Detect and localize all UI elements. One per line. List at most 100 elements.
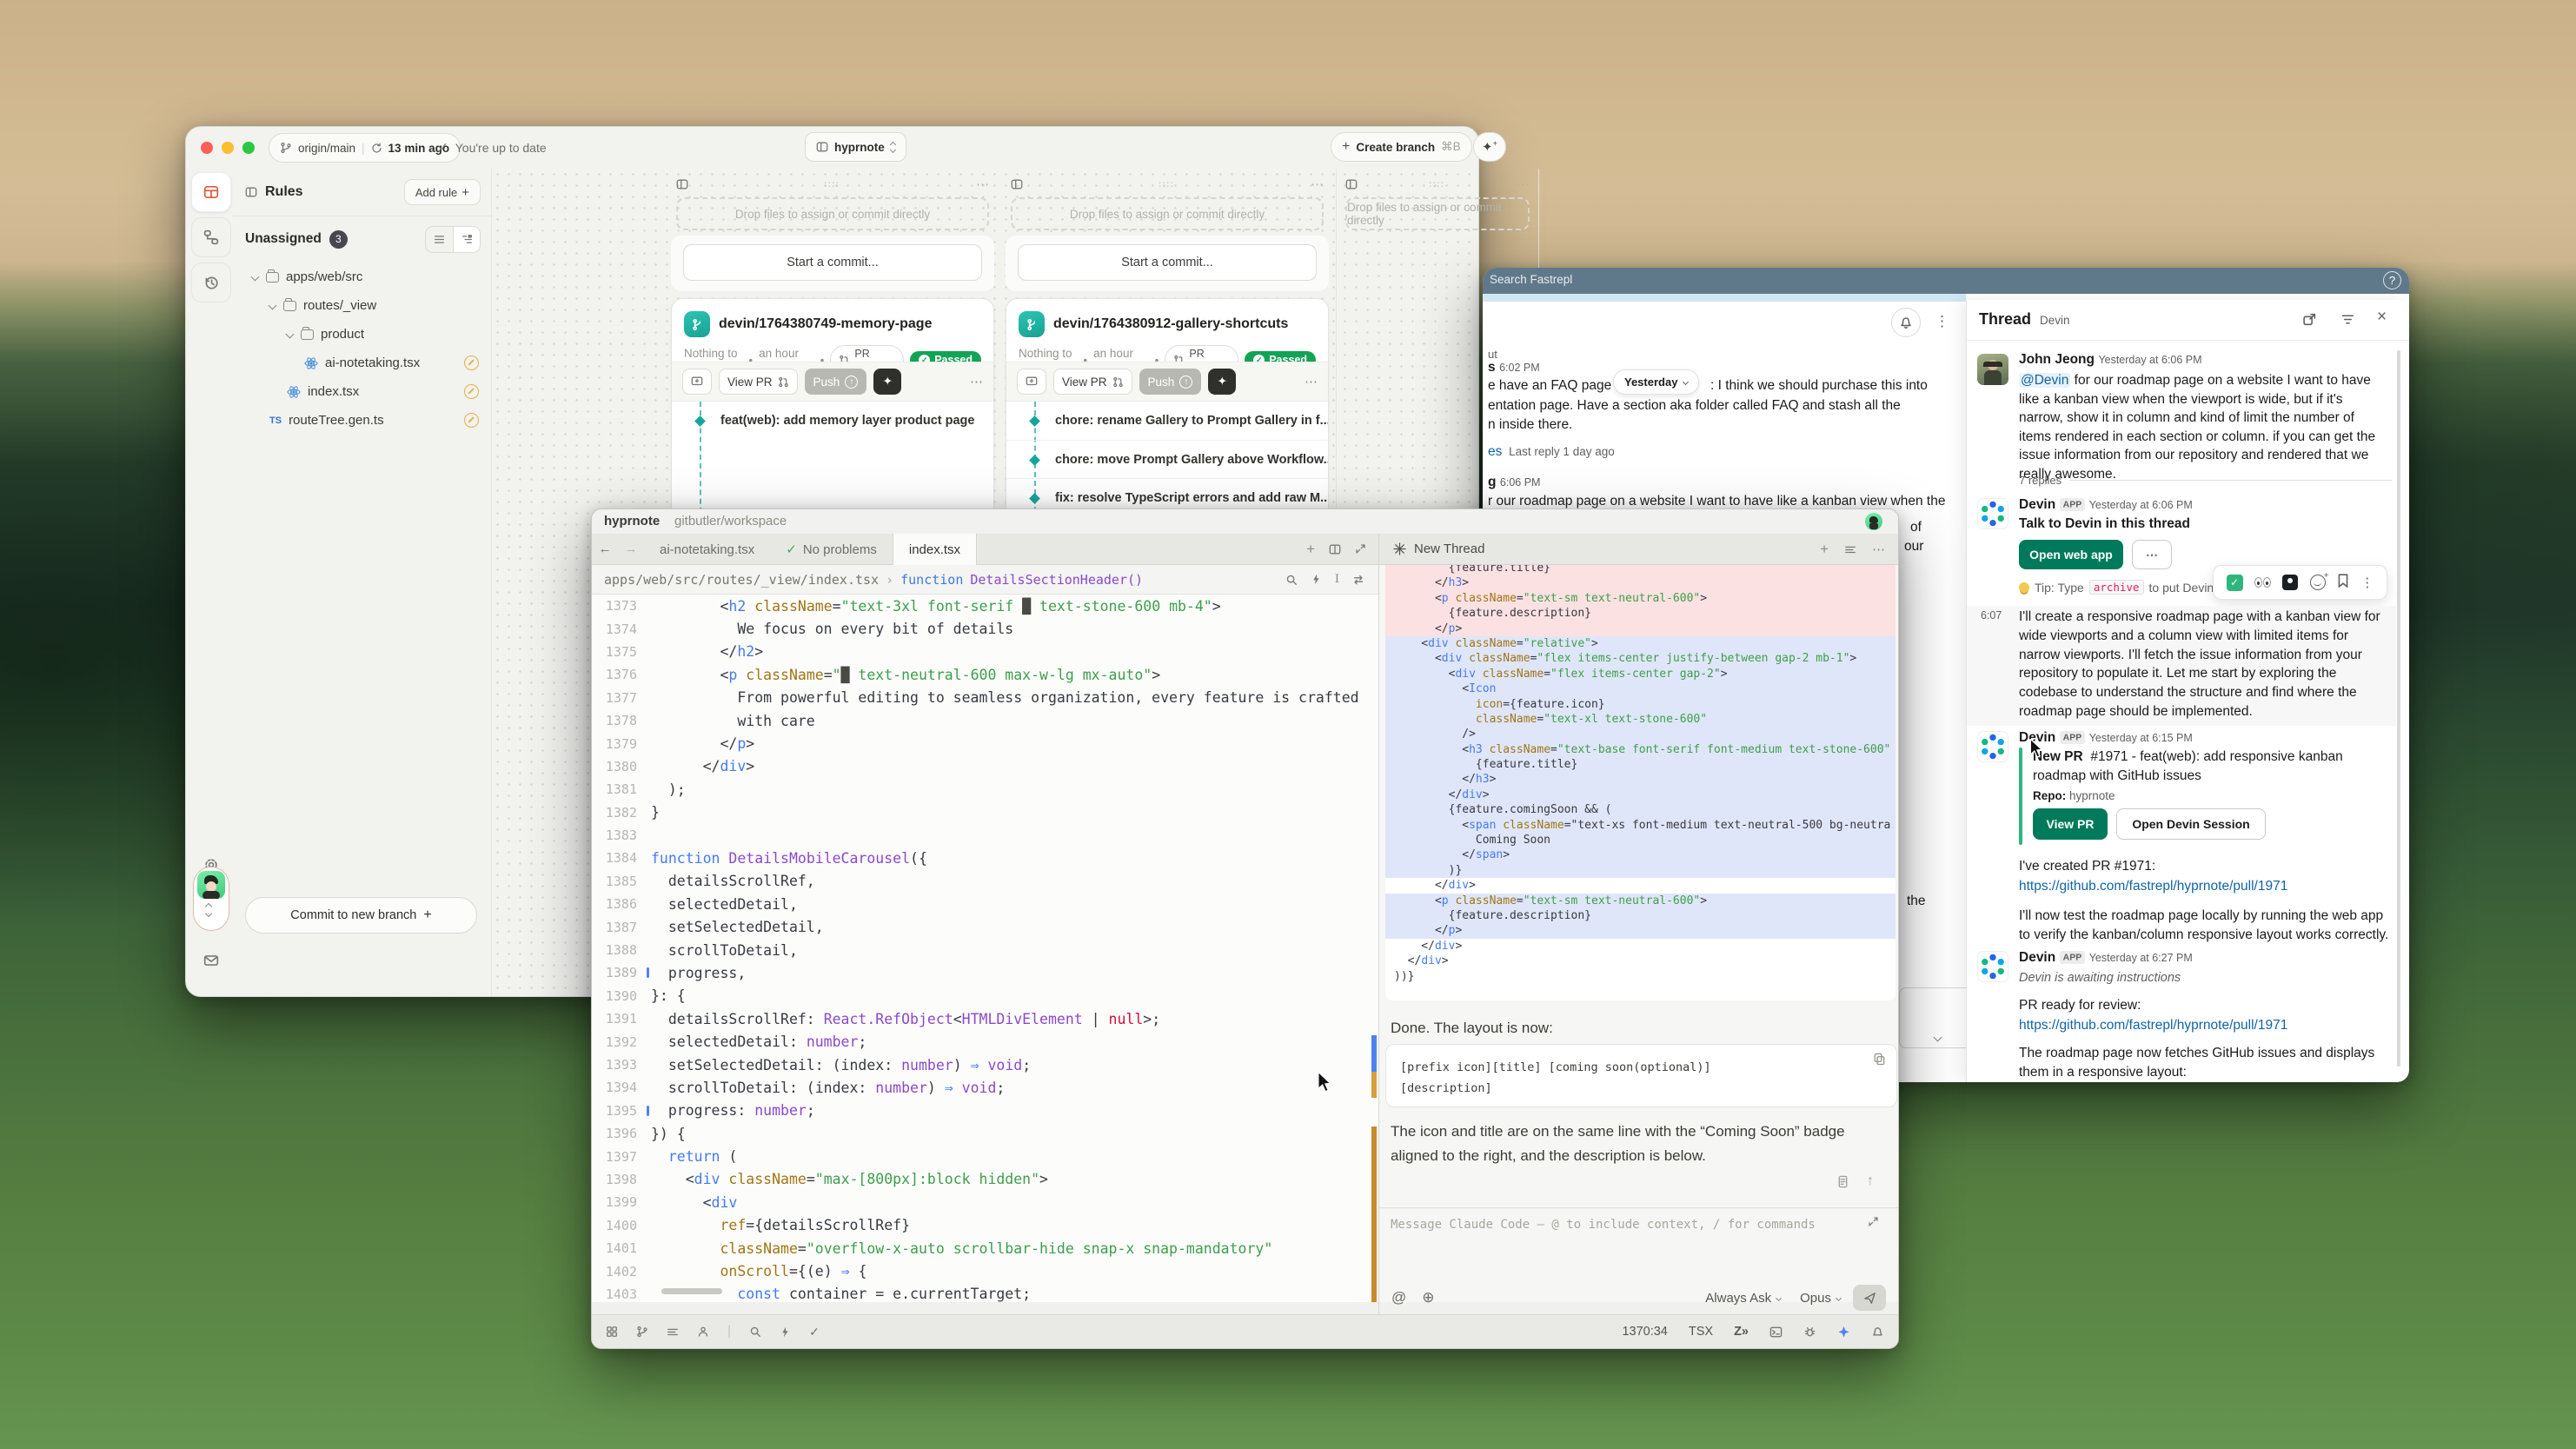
permission-dropdown[interactable]: Always Ask [1705,1291,1781,1306]
assistant-status-icon[interactable] [1837,1326,1850,1339]
code-line[interactable]: 1401 className="overflow-x-auto scrollba… [592,1237,1378,1260]
code-line[interactable]: 1387 setSelectedDetail, [592,915,1378,938]
send-button[interactable] [1853,1285,1886,1311]
assistant-history-icon[interactable] [1844,543,1856,555]
list-view-icon[interactable] [426,227,453,252]
diff-icon[interactable] [1352,573,1364,586]
markdown-file-icon[interactable] [1836,1175,1849,1188]
code-line[interactable]: 1395 progress: number; [592,1100,1378,1122]
push-button[interactable]: Push ↑ [805,369,867,395]
code-line[interactable]: 1385 detailsScrollRef, [592,870,1378,893]
maximize-traffic-light[interactable] [242,142,255,154]
collab-panel-icon[interactable] [697,1326,709,1338]
project-name[interactable]: hyprnote [604,514,660,528]
bookmark-icon[interactable] [2337,574,2349,592]
view-pr-button[interactable]: View PR [719,369,798,395]
branch-name[interactable]: devin/1764380912-gallery-shortcuts [1053,316,1288,332]
ai-actions-button[interactable]: ✦+ [1473,132,1506,162]
code-line[interactable]: 1394 scrollToDetail: (index: number) ⇒ v… [592,1076,1378,1099]
open-devin-session-button[interactable]: Open Devin Session [2116,808,2266,840]
preview-button[interactable] [682,369,712,395]
profile-card[interactable] [193,867,229,931]
code-line[interactable]: 1398 <div className="max-[800px]:block h… [592,1168,1378,1191]
tree-item-routes-view[interactable]: routes/_view [233,291,491,320]
devin-avatar[interactable] [1977,951,2008,982]
collapse-column-icon[interactable] [676,178,688,190]
search-status-icon[interactable] [749,1326,761,1338]
pr-link[interactable]: https://github.com/fastrepl/hyprnote/pul… [2019,879,2287,894]
pr-attachment-title[interactable]: New PR #1971 - feat(web): add responsive… [2033,748,2377,786]
add-rule-button[interactable]: Add rule+ [404,179,481,205]
repo-selector[interactable]: hyprnote [805,132,906,162]
start-commit-button[interactable]: Start a commit... [683,244,982,281]
new-tab-icon[interactable]: + [1306,541,1315,558]
close-traffic-light[interactable] [201,142,213,154]
assistant-input[interactable]: Message Claude Code — @ to include conte… [1391,1218,1816,1232]
help-button[interactable]: ? [2383,271,2401,289]
remote-branch-pill[interactable]: origin/main | 13 min ago [269,133,461,163]
column-menu-icon[interactable]: ⋯ [1311,176,1324,192]
notification-bell-icon[interactable] [1871,1326,1884,1339]
code-line[interactable]: 1374 We focus on every bit of details [592,617,1378,640]
tree-item-product[interactable]: product [233,320,491,349]
code-line[interactable]: 1390}: { [592,985,1378,1007]
branch-menu-icon[interactable]: ⋯ [1305,374,1318,389]
assistant-menu-icon[interactable]: ⋯ [1872,542,1886,557]
open-web-app-button[interactable]: Open web app [2019,540,2123,569]
avatar[interactable] [1977,354,2008,385]
start-commit-button[interactable]: Start a commit... [1018,244,1317,281]
code-line[interactable]: 1379 </p> [592,732,1378,754]
search-input[interactable]: Search Fastrepl [1490,273,1572,286]
assistant-new-icon[interactable]: + [1820,541,1829,558]
commit-to-new-branch-button[interactable]: Commit to new branch+ [245,897,477,934]
code-line[interactable]: 1380 </div> [592,755,1378,778]
pr-link[interactable]: https://github.com/fastrepl/hyprnote/pul… [2019,1018,2287,1034]
diagnostics-icon[interactable] [780,1326,791,1338]
column-menu-icon[interactable]: ⋯ [976,176,989,192]
mention[interactable]: @Devin [2019,373,2070,388]
cursor-mode-icon[interactable]: I [1335,573,1339,586]
branch-menu-icon[interactable]: ⋯ [970,374,983,389]
create-branch-button[interactable]: + Create branch ⌘B [1331,132,1472,162]
tab-no-problems[interactable]: ✓No problems [770,534,893,565]
branch-name[interactable]: devin/1764380749-memory-page [719,316,932,332]
thread-link-fragment[interactable]: es [1488,444,1502,459]
code-line[interactable]: 1399 <div [592,1191,1378,1213]
view-pr-button[interactable]: View PR [2033,808,2108,840]
collapse-column-icon[interactable] [1345,178,1358,190]
code-line[interactable]: 1393 setSelectedDetail: (index: number) … [592,1054,1378,1076]
close-icon[interactable]: × [2377,308,2387,327]
view-toggle[interactable] [425,226,481,253]
code-line[interactable]: 1400 ref={detailsScrollRef} [592,1214,1378,1237]
code-line[interactable]: 1383 [592,824,1378,847]
drag-handle[interactable]: ∷∷ [688,179,976,190]
expand-input-icon[interactable] [1868,1216,1879,1227]
code-line[interactable]: 1391 detailsScrollRef: React.RefObject<H… [592,1007,1378,1030]
add-reaction-icon[interactable]: + [2310,575,2326,590]
tab-ai-notetaking[interactable]: ai-notetaking.tsx [644,534,770,565]
tree-item-ai-notetaking-tsx[interactable]: ai-notetaking.tsx [233,349,491,377]
code-line[interactable]: 1386 selectedDetail, [592,893,1378,915]
drop-zone[interactable]: Drop files to assign or commit directly [1345,197,1530,230]
devin-avatar[interactable] [1977,731,2008,762]
code-line[interactable]: 1378 with care [592,709,1378,732]
preview-button[interactable] [1017,369,1046,395]
outline-panel-icon[interactable] [667,1326,679,1338]
code-line[interactable]: 1402 onScroll={(e) ⇒ { [592,1260,1378,1282]
code-line[interactable]: 1388 scrollToDetail, [592,939,1378,961]
inline-assist-icon[interactable] [1311,573,1322,586]
code-line[interactable]: 1397 return ( [592,1145,1378,1167]
horizontal-scrollbar[interactable] [661,1288,722,1294]
tree-item-routetree-gen-ts[interactable]: TSrouteTree.gen.ts [233,406,491,435]
push-button[interactable]: Push ↑ [1139,369,1202,395]
more-actions-button[interactable]: ⋯ [2132,540,2172,569]
drop-zone[interactable]: Drop files to assign or commit directly [1011,197,1324,230]
debug-icon[interactable] [1803,1326,1816,1339]
tree-item-index-tsx[interactable]: index.tsx [233,377,491,406]
project-panel-icon[interactable] [606,1326,618,1338]
collab-avatar[interactable] [1865,513,1882,530]
code-line[interactable]: 1377 From powerful editing to seamless o… [592,687,1378,709]
zed-predict-icon[interactable]: Z» [1734,1325,1749,1339]
code-editor[interactable]: 1373 <h2 className="text-3xl font-serif … [592,595,1378,1302]
breadcrumb[interactable]: apps/web/src/routes/_view/index.tsx › fu… [592,565,1378,595]
